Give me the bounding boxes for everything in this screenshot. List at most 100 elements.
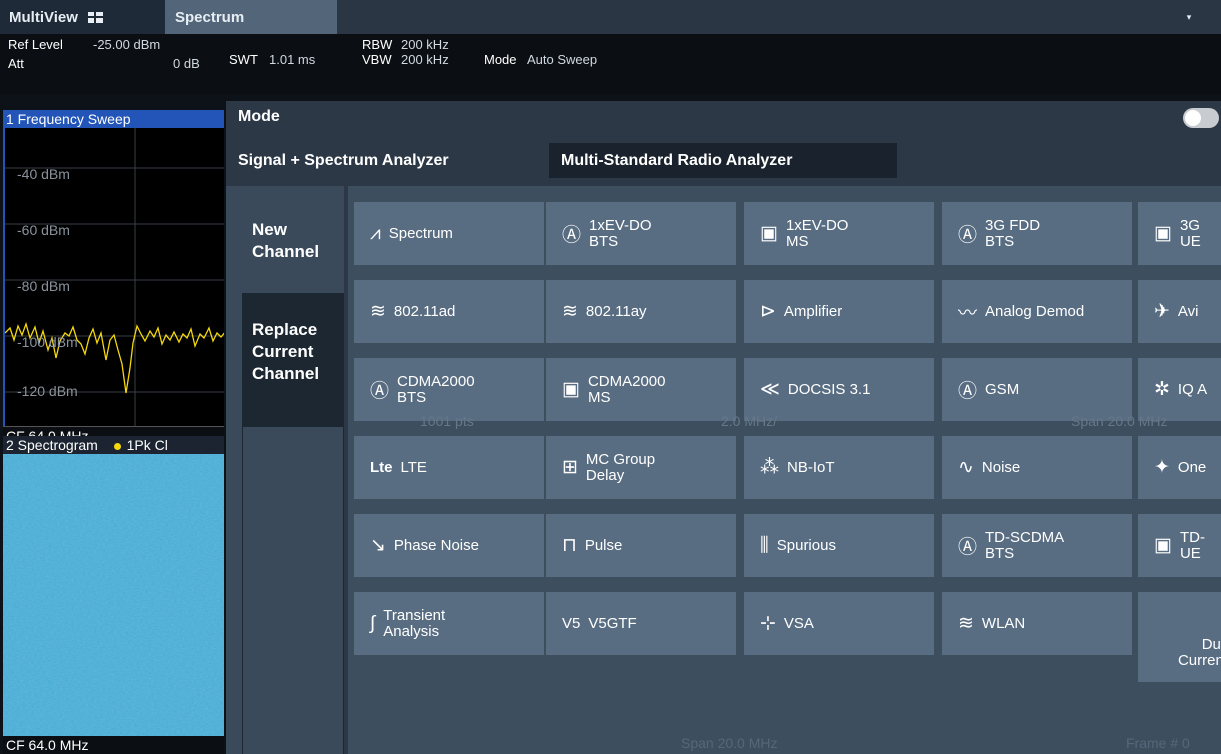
mode-tile-iq-a[interactable]: ✲ IQ A — [1138, 358, 1221, 421]
ref-level-label: Ref Level — [8, 37, 63, 52]
frequency-sweep-plot[interactable]: -40 dBm -60 dBm -80 dBm -100 dBm -120 dB… — [3, 128, 224, 426]
mode-tile-label: TD-SCDMA BTS — [985, 528, 1065, 562]
mode-tile-label: 1xEV-DO BTS — [589, 216, 652, 250]
mode-dialog-header: Mode — [226, 101, 1221, 134]
mode-tile-label: Spectrum — [388, 224, 453, 242]
mode-tile-gsm[interactable]: Ⓐ GSM — [942, 358, 1132, 421]
bg-span2-label: Span 20.0 MHz — [681, 735, 778, 751]
spectrogram-plot[interactable] — [3, 454, 224, 738]
mode-tile-amplifier[interactable]: ⊳ Amplifier — [744, 280, 934, 343]
mode-tile-mc-group-delay[interactable]: ⊞ MC Group Delay — [546, 436, 736, 499]
mode-dialog-title: Mode — [238, 108, 280, 125]
window2-title[interactable]: 2 Spectrogram 1Pk Cl — [3, 436, 224, 454]
replace-current-channel-tab[interactable]: Replace Current Channel — [242, 293, 344, 427]
mode-tile-label: CDMA2000 MS — [587, 372, 666, 406]
vsa-icon: ⊹ — [760, 613, 776, 634]
tab-spectrum-label: Spectrum — [175, 8, 245, 26]
mode-tile-label: V5GTF — [588, 614, 637, 632]
mode-tile-label: Phase Noise — [393, 536, 479, 554]
mode-tile-one[interactable]: ✦ One — [1138, 436, 1221, 499]
bg-frame-label: Frame # 0 — [1126, 735, 1190, 751]
tab-multi-standard-radio-analyzer[interactable]: Multi-Standard Radio Analyzer — [549, 143, 897, 178]
trace-dot-icon — [113, 443, 121, 450]
mode-tile-label: Avi — [1177, 302, 1199, 320]
mode-tile-docsis-3-1[interactable]: ≪ DOCSIS 3.1 — [744, 358, 934, 421]
mode-tile-1xev-do-ms[interactable]: ▣ 1xEV-DO MS — [744, 202, 934, 265]
mode-tile-td-ue[interactable]: ▣ TD- UE — [1138, 514, 1221, 577]
mode-tile-phase-noise[interactable]: ↘ Phase Noise — [354, 514, 544, 577]
new-channel-tab[interactable]: New Channel — [242, 202, 344, 280]
mode-tile-label: Duplicate Current Channel — [1177, 635, 1221, 669]
ue-td-icon: ▣ — [1154, 535, 1172, 556]
bg-points-label: 1001 pts — [420, 413, 474, 429]
mode-tile-label: IQ A — [1177, 380, 1208, 398]
multiview-grid-icon — [87, 11, 103, 23]
analyzer-screen: MultiView Spectrum ▾ Ref Level -25.00 dB… — [0, 0, 1221, 754]
mode-tile-noise[interactable]: ∿ Noise — [942, 436, 1132, 499]
pulse-icon: ⊓ — [562, 535, 577, 556]
mode-tile-label: Noise — [981, 458, 1021, 476]
tab-signal-spectrum-analyzer[interactable]: Signal + Spectrum Analyzer — [232, 143, 548, 178]
mode-tile-vsa[interactable]: ⊹ VSA — [744, 592, 934, 655]
swt-value: 1.01 ms — [269, 52, 316, 67]
tab-spectrum[interactable]: Spectrum — [165, 0, 337, 34]
mode-tile-label: 802.11ad — [393, 302, 456, 320]
mode-tile-cdma2000-ms[interactable]: ▣ CDMA2000 MS — [546, 358, 736, 421]
dialog-toggle[interactable] — [1183, 108, 1219, 128]
mode-tile-spectrum[interactable]: ⩘ Spectrum — [354, 202, 544, 265]
transient-icon: ∫ — [370, 612, 376, 634]
toggle-knob — [1185, 110, 1201, 126]
mode-tile-label: MC Group Delay — [585, 450, 656, 484]
docsis-icon: ≪ — [760, 379, 780, 400]
mode-tile-cdma2000-bts[interactable]: Ⓐ CDMA2000 BTS — [354, 358, 544, 421]
bts-do-icon: Ⓐ — [562, 225, 582, 246]
mode-tile-duplicate-current-channel[interactable]: ⇉Duplicate Current Channel — [1138, 592, 1221, 682]
vbw-value: 200 kHz — [401, 52, 449, 67]
mode-tile-label: Pulse — [584, 536, 623, 554]
side-tab-rail — [242, 427, 344, 754]
channel-dropdown-button[interactable]: ▾ — [1171, 0, 1207, 34]
noise-icon: ∿ — [958, 457, 974, 478]
window2-title-text: 2 Spectrogram — [6, 437, 98, 453]
mode-tile-label: GSM — [985, 380, 1020, 398]
mode-tile-label: TD- UE — [1179, 528, 1205, 562]
mode-tile-pulse[interactable]: ⊓ Pulse — [546, 514, 736, 577]
channel-info-bar: Ref Level -25.00 dBm Att 0 dB SWT 1.01 m… — [0, 34, 1221, 94]
mode-tile-1xev-do-bts[interactable]: Ⓐ 1xEV-DO BTS — [546, 202, 736, 265]
spectrogram-noise — [3, 454, 224, 738]
mode-tile-spurious[interactable]: ⫼ Spurious — [744, 514, 934, 577]
mode-tile-nb-iot[interactable]: ⁂ NB-IoT — [744, 436, 934, 499]
mode-tile-label: 802.11ay — [585, 302, 647, 320]
phase-noise-icon: ↘ — [370, 535, 386, 556]
att-label: Att — [8, 56, 24, 71]
mode-dialog: Mode Signal + Spectrum Analyzer Multi-St… — [226, 101, 1221, 754]
mode-label: Mode — [484, 52, 517, 67]
mode-tile-802-11ad[interactable]: ≋ 802.11ad — [354, 280, 544, 343]
mode-tile-label: NB-IoT — [787, 458, 835, 476]
mode-tile-analog-demod[interactable]: 〰 Analog Demod — [942, 280, 1132, 343]
spurious-icon: ⫼ — [760, 534, 769, 556]
trace-label: 1Pk Cl — [126, 437, 168, 453]
mode-tile-802-11ay[interactable]: ≋ 802.11ay — [546, 280, 736, 343]
bg-mhz-label: 2.0 MHz/ — [721, 413, 778, 429]
airplane-icon: ✈ — [1154, 301, 1170, 322]
tab-multiview[interactable]: MultiView — [0, 0, 165, 34]
gsm-icon: Ⓐ — [958, 381, 978, 402]
mode-tile-lte[interactable]: Lte LTE — [354, 436, 544, 499]
mode-tile-transient-analysis[interactable]: ∫ Transient Analysis — [354, 592, 544, 655]
mode-tile-label: CDMA2000 BTS — [397, 372, 475, 406]
mode-tile-td-scdma-bts[interactable]: Ⓐ TD-SCDMA BTS — [942, 514, 1132, 577]
bts-td-icon: Ⓐ — [958, 537, 978, 558]
window1-title[interactable]: 1 Frequency Sweep — [3, 110, 224, 128]
rbw-label: RBW — [362, 37, 393, 52]
mode-value: Auto Sweep — [527, 52, 598, 67]
satellite-icon: ✦ — [1154, 457, 1170, 478]
mode-tile-3g-fdd-bts[interactable]: Ⓐ 3G FDD BTS — [942, 202, 1132, 265]
mode-tile-3g-ue[interactable]: ▣ 3G UE — [1138, 202, 1221, 265]
mode-tile-label: 3G UE — [1179, 216, 1201, 250]
mode-tile-avi[interactable]: ✈ Avi — [1138, 280, 1221, 343]
top-tab-bar: MultiView Spectrum ▾ — [0, 0, 1221, 34]
chevron-down-icon: ▾ — [1186, 11, 1192, 22]
mode-tile-v5gtf[interactable]: V5 V5GTF — [546, 592, 736, 655]
mode-tile-wlan[interactable]: ≋ WLAN — [942, 592, 1132, 655]
